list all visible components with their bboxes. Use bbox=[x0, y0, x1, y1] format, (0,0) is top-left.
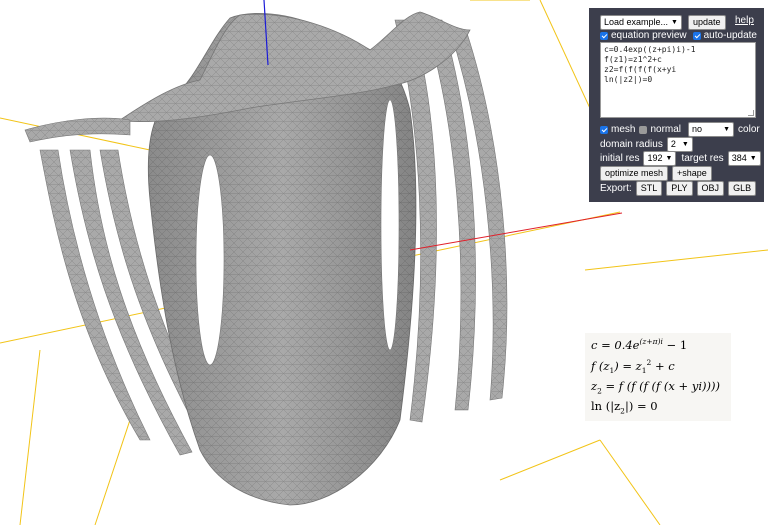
auto-update-label: auto-update bbox=[703, 30, 757, 41]
target-res-label: target res bbox=[681, 153, 724, 164]
equation-line-4: ln (|z2|) = 0 bbox=[591, 399, 658, 415]
control-panel: Load example... ▼ update help equation p… bbox=[589, 8, 764, 202]
update-button[interactable]: update bbox=[687, 15, 726, 30]
equation-preview-label: equation preview bbox=[611, 30, 687, 41]
load-example-select[interactable]: Load example... ▼ bbox=[600, 15, 682, 30]
equation-preview-checkbox[interactable] bbox=[600, 31, 608, 40]
target-res-value: 384 bbox=[731, 153, 747, 163]
optimize-mesh-button[interactable]: optimize mesh bbox=[600, 166, 669, 181]
export-ply-button[interactable]: PLY bbox=[666, 181, 693, 196]
export-obj-button[interactable]: OBJ bbox=[696, 181, 725, 196]
axis-x bbox=[409, 212, 623, 251]
domain-radius-value: 2 bbox=[670, 139, 676, 149]
help-link[interactable]: help bbox=[735, 15, 754, 26]
code-line: z2=f(f(f(f(x+yi bbox=[604, 65, 677, 74]
eq-text: + c bbox=[651, 358, 675, 373]
color-select[interactable]: no ▼ bbox=[688, 122, 735, 137]
initial-res-value: 192 bbox=[647, 153, 663, 163]
code-line: ln(|z2|)=0 bbox=[604, 75, 653, 84]
code-line: c=0.4exp((z+pi)i)-1 bbox=[604, 45, 696, 54]
chevron-down-icon: ▼ bbox=[665, 155, 673, 162]
eq-text: c = 0.4e bbox=[591, 337, 640, 352]
equation-preview: c = 0.4e(z+π)i − 1 f (z1) = z12 + c z2 =… bbox=[585, 333, 731, 421]
target-res-select[interactable]: 384 ▼ bbox=[727, 151, 761, 166]
chevron-down-icon: ▼ bbox=[671, 19, 678, 26]
add-shape-button[interactable]: +shape bbox=[672, 166, 712, 181]
surface-mesh[interactable] bbox=[24, 11, 508, 506]
export-glb-button[interactable]: GLB bbox=[728, 181, 757, 196]
eq-text: f (z bbox=[591, 358, 610, 373]
code-line: f(z1)=z1^2+c bbox=[604, 55, 662, 64]
eq-exponent: (z+π)i bbox=[639, 337, 663, 346]
export-label: Export: bbox=[600, 183, 632, 194]
chevron-down-icon: ▼ bbox=[723, 126, 731, 133]
color-select-value: no bbox=[692, 124, 703, 134]
eq-text: ln (|z bbox=[591, 399, 621, 413]
chevron-down-icon: ▼ bbox=[749, 155, 757, 162]
initial-res-select[interactable]: 192 ▼ bbox=[643, 151, 677, 166]
mesh-checkbox[interactable] bbox=[600, 125, 608, 134]
export-stl-button[interactable]: STL bbox=[635, 181, 663, 196]
auto-update-checkbox[interactable] bbox=[692, 31, 701, 40]
initial-res-label: initial res bbox=[600, 153, 640, 164]
domain-radius-label: domain radius bbox=[600, 139, 663, 150]
resize-grip-icon[interactable] bbox=[748, 110, 754, 116]
color-label: color bbox=[738, 124, 760, 135]
equation-editor[interactable]: c=0.4exp((z+pi)i)-1 f(z1)=z1^2+c z2=f(f(… bbox=[600, 42, 756, 118]
eq-text: = f (f (f (f (x + yi)))) bbox=[601, 379, 720, 393]
chevron-down-icon: ▼ bbox=[681, 141, 689, 148]
eq-text: − 1 bbox=[662, 337, 688, 352]
eq-text: ) = z bbox=[614, 358, 642, 373]
mesh-label: mesh bbox=[611, 124, 636, 135]
load-example-label: Load example... bbox=[604, 17, 669, 27]
eq-subscript: 1 bbox=[641, 366, 647, 376]
equation-line-1: c = 0.4e(z+π)i − 1 bbox=[591, 337, 687, 352]
equation-line-3: z2 = f (f (f (f (x + yi)))) bbox=[591, 379, 720, 395]
normal-checkbox[interactable] bbox=[639, 125, 648, 134]
equation-line-2: f (z1) = z12 + c bbox=[591, 358, 675, 375]
domain-radius-select[interactable]: 2 ▼ bbox=[666, 137, 693, 152]
eq-text: |) = 0 bbox=[624, 399, 658, 413]
normal-label: normal bbox=[650, 124, 682, 135]
